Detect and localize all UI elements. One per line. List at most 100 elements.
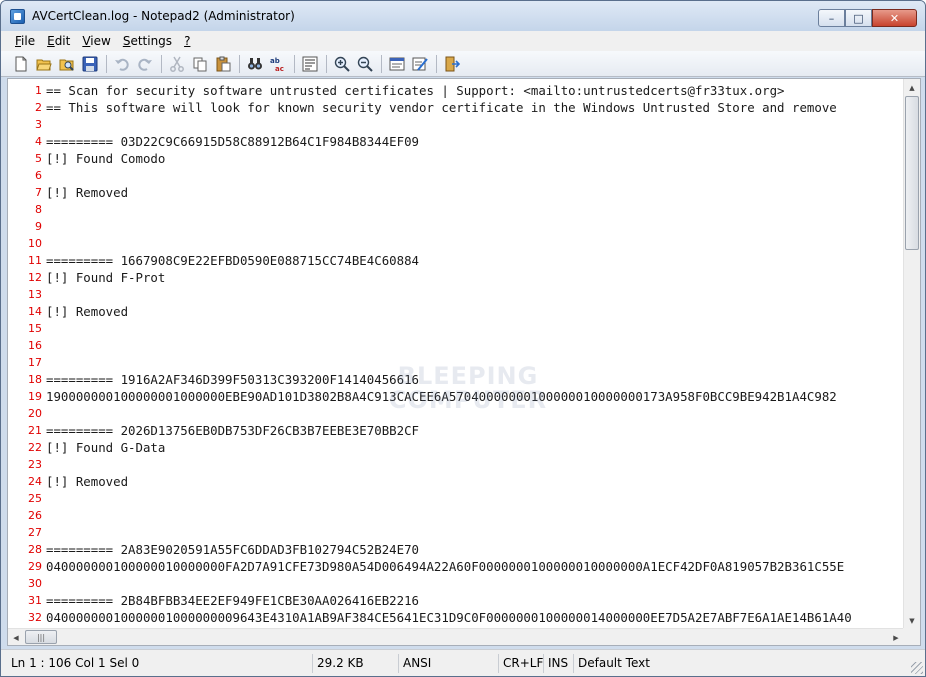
word-wrap-icon <box>302 56 318 71</box>
exit-icon <box>445 56 460 71</box>
line-text: ========= 1916A2AF346D399F50313C393200F1… <box>46 372 419 387</box>
schemes-button[interactable] <box>387 54 407 74</box>
line-text: ========= 03D22C9C66915D58C88912B64C1F98… <box>46 134 419 149</box>
browse-icon <box>59 59 74 71</box>
save-button[interactable] <box>80 54 100 74</box>
vertical-scroll-thumb[interactable] <box>905 96 919 250</box>
line-number: 7 <box>35 186 42 199</box>
line-number: 2 <box>35 101 42 114</box>
editor-text-area[interactable]: 1 == Scan for security software untrusted… <box>8 79 905 629</box>
zoom-out-icon <box>357 56 373 72</box>
line-text: == Scan for security software untrusted … <box>46 83 785 98</box>
line-number: 1 <box>35 84 42 97</box>
notepad2-app-icon[interactable] <box>10 9 25 24</box>
line-number: 22 <box>28 441 42 454</box>
scroll-left-button[interactable]: ◀ <box>8 629 24 646</box>
menu-edit[interactable]: Edit <box>41 34 76 48</box>
line-number: 23 <box>28 458 42 471</box>
status-line-endings[interactable]: CR+LF <box>498 654 543 673</box>
line-number: 30 <box>28 577 42 590</box>
zoom-out-button[interactable] <box>355 54 375 74</box>
scroll-right-button[interactable]: ▶ <box>888 629 904 646</box>
menu-help[interactable]: ? <box>178 34 196 48</box>
line-text: [!] Removed <box>46 185 129 200</box>
cut-button[interactable] <box>167 54 187 74</box>
horizontal-scroll-thumb[interactable]: ||| <box>25 630 57 644</box>
status-encoding[interactable]: ANSI <box>398 654 498 673</box>
line-number: 13 <box>28 288 42 301</box>
window-title: AVCertClean.log - Notepad2 (Administrato… <box>32 9 295 23</box>
menu-bar: File Edit View Settings ? <box>1 31 925 51</box>
copy-icon <box>193 57 207 71</box>
line-number: 29 <box>28 560 42 573</box>
exit-button[interactable] <box>442 54 462 74</box>
word-wrap-button[interactable] <box>300 54 320 74</box>
browse-button[interactable] <box>57 54 77 74</box>
line-number: 8 <box>35 203 42 216</box>
toolbar-separator <box>294 54 295 73</box>
line-text: [!] Found Comodo <box>46 151 166 166</box>
toolbar: ab ac <box>1 51 925 77</box>
text-editor[interactable]: 1 == Scan for security software untrusted… <box>7 78 921 646</box>
customize-schemes-button[interactable] <box>410 54 430 74</box>
line-number: 11 <box>28 254 42 267</box>
horizontal-scrollbar[interactable]: ◀ ||| ▶ <box>8 628 905 645</box>
menu-view[interactable]: View <box>76 34 116 48</box>
status-insert-mode: INS <box>543 654 573 673</box>
scroll-up-button[interactable]: ▲ <box>904 79 920 96</box>
line-number: 26 <box>28 509 42 522</box>
line-text: ========= 2026D13756EB0DB753DF26CB3B7EEB… <box>46 423 419 438</box>
toolbar-separator <box>436 54 437 73</box>
title-bar[interactable]: AVCertClean.log - Notepad2 (Administrato… <box>1 1 925 31</box>
status-scheme[interactable]: Default Text <box>573 654 903 673</box>
scroll-down-button[interactable]: ▼ <box>904 612 920 629</box>
toolbar-separator <box>239 54 240 73</box>
menu-settings-rest: ettings <box>130 34 173 48</box>
menu-help-accel: ? <box>184 34 191 48</box>
line-number: 9 <box>35 220 42 233</box>
line-number: 5 <box>35 152 42 165</box>
save-icon <box>82 56 98 71</box>
undo-icon <box>115 58 129 71</box>
menu-edit-rest: dit <box>54 34 71 48</box>
undo-button[interactable] <box>112 54 132 74</box>
line-text: 190000000100000001000000EBE90AD101D3802B… <box>46 389 837 404</box>
line-number: 6 <box>35 169 42 182</box>
redo-button[interactable] <box>135 54 155 74</box>
cut-icon <box>170 56 184 72</box>
close-button[interactable]: ✕ <box>872 9 917 27</box>
new-file-icon <box>15 56 27 71</box>
open-button[interactable] <box>34 54 54 74</box>
line-text: [!] Found F-Prot <box>46 270 166 285</box>
copy-button[interactable] <box>190 54 210 74</box>
svg-text:ac: ac <box>275 65 284 72</box>
maximize-button[interactable]: □ <box>845 9 872 27</box>
line-number: 14 <box>28 305 42 318</box>
paste-icon <box>216 56 231 71</box>
toolbar-separator <box>106 54 107 73</box>
replace-icon: abac <box>270 57 284 72</box>
zoom-in-button[interactable] <box>332 54 352 74</box>
line-number: 17 <box>28 356 42 369</box>
find-button[interactable] <box>245 54 265 74</box>
menu-file[interactable]: File <box>9 34 41 48</box>
line-number: 12 <box>28 271 42 284</box>
scrollbar-corner <box>903 628 920 645</box>
line-number: 10 <box>28 237 42 250</box>
new-file-button[interactable] <box>11 54 31 74</box>
line-number: 21 <box>28 424 42 437</box>
replace-button[interactable]: ab ac <box>268 54 288 74</box>
vertical-scrollbar[interactable]: ▲ ▼ <box>903 79 920 629</box>
line-number: 28 <box>28 543 42 556</box>
status-position: Ln 1 : 106 Col 1 Sel 0 <box>11 656 140 670</box>
resize-grip[interactable] <box>911 662 923 674</box>
menu-settings[interactable]: Settings <box>117 34 178 48</box>
line-number: 25 <box>28 492 42 505</box>
line-text: [!] Removed <box>46 474 129 489</box>
svg-text:ab: ab <box>270 57 280 65</box>
notepad2-window: AVCertClean.log - Notepad2 (Administrato… <box>0 0 926 677</box>
paste-button[interactable] <box>213 54 233 74</box>
minimize-button[interactable]: – <box>818 9 845 27</box>
line-number: 32 <box>28 611 42 624</box>
menu-file-rest: ile <box>21 34 36 48</box>
